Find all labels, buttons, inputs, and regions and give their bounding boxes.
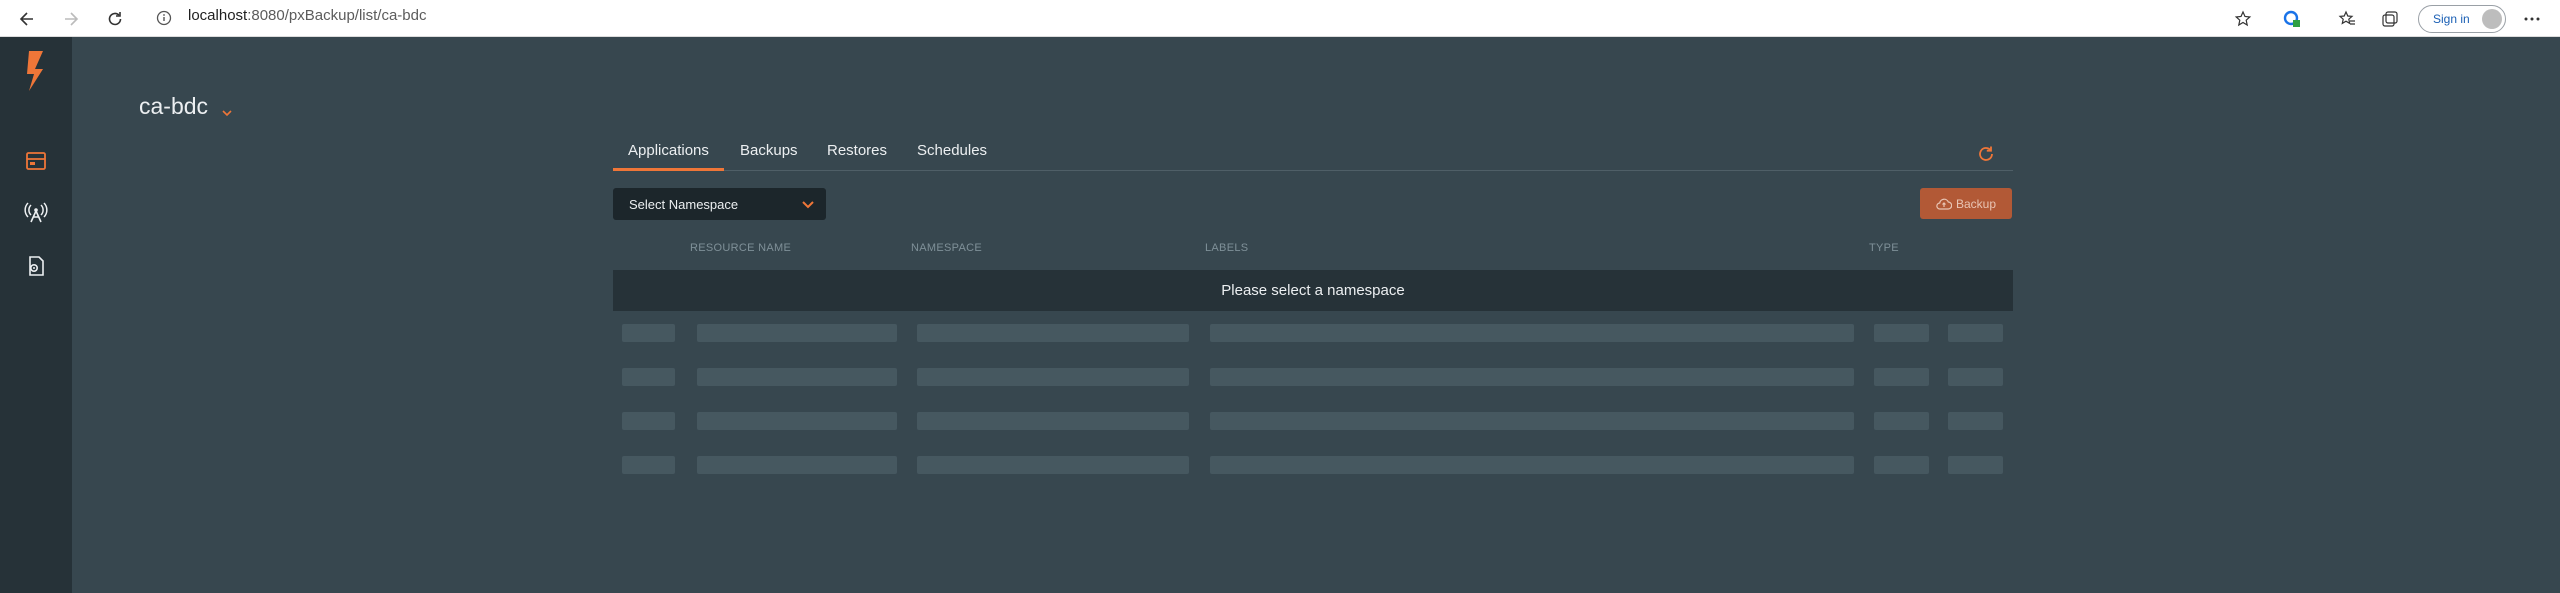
collections-icon[interactable]	[2378, 7, 2402, 31]
column-header-resource-name[interactable]: RESOURCE NAME	[690, 242, 791, 254]
app-sidebar	[0, 37, 72, 593]
tab-restores[interactable]: Restores	[812, 135, 902, 171]
sign-in-button[interactable]: Sign in	[2418, 5, 2506, 33]
skeleton-cell	[622, 324, 675, 342]
reload-button[interactable]	[102, 6, 128, 32]
namespace-select[interactable]: Select Namespace	[613, 188, 826, 220]
reload-icon	[108, 12, 122, 26]
antenna-icon[interactable]	[22, 199, 50, 227]
column-header-type[interactable]: TYPE	[1869, 242, 1899, 254]
tab-applications[interactable]: Applications	[613, 135, 724, 171]
cluster-title[interactable]: ca-bdc	[139, 93, 208, 120]
skeleton-cell	[917, 412, 1189, 430]
site-info-icon[interactable]	[156, 10, 172, 31]
skeleton-cell	[1210, 412, 1854, 430]
favorites-icon[interactable]	[2335, 7, 2359, 31]
skeleton-cell	[917, 456, 1189, 474]
tab-bar: Applications Backups Restores Schedules	[613, 135, 2013, 171]
refresh-icon[interactable]	[1976, 144, 1998, 166]
extension-icon[interactable]	[2280, 7, 2304, 31]
skeleton-cell	[1874, 324, 1929, 342]
skeleton-cell	[622, 456, 675, 474]
skeleton-cell	[1948, 412, 2003, 430]
skeleton-cell	[697, 324, 897, 342]
skeleton-cell	[1874, 412, 1929, 430]
back-arrow-icon	[19, 12, 33, 26]
sign-in-label: Sign in	[2433, 12, 2470, 26]
chevron-down-icon	[800, 196, 816, 215]
skeleton-cell	[1948, 368, 2003, 386]
chevron-down-icon[interactable]	[221, 104, 233, 122]
backup-button-label: Backup	[1955, 196, 1997, 211]
skeleton-cell	[1874, 456, 1929, 474]
tab-backups[interactable]: Backups	[725, 135, 813, 171]
skeleton-cell	[1210, 324, 1854, 342]
skeleton-cell	[622, 368, 675, 386]
skeleton-cell	[1210, 456, 1854, 474]
skeleton-cell	[1948, 456, 2003, 474]
column-header-namespace[interactable]: NAMESPACE	[911, 242, 982, 254]
skeleton-cell	[697, 456, 897, 474]
skeleton-cell	[622, 412, 675, 430]
skeleton-cell	[697, 412, 897, 430]
skeleton-cell	[917, 368, 1189, 386]
favorite-star-icon[interactable]	[2231, 7, 2255, 31]
url-path: :8080/pxBackup/list/ca-bdc	[247, 7, 427, 24]
avatar-icon	[2482, 9, 2502, 29]
more-options-icon[interactable]	[2520, 7, 2544, 31]
column-header-labels[interactable]: LABELS	[1205, 242, 1248, 254]
skeleton-cell	[1210, 368, 1854, 386]
skeleton-cell	[917, 324, 1189, 342]
back-button[interactable]	[14, 6, 40, 32]
url-host: localhost	[188, 7, 248, 24]
forward-arrow-icon	[65, 12, 79, 26]
document-gear-icon[interactable]	[22, 252, 50, 280]
skeleton-cell	[1948, 324, 2003, 342]
skeleton-cell	[697, 368, 897, 386]
cloud-upload-icon	[1936, 198, 1952, 210]
skeleton-cell	[1874, 368, 1929, 386]
server-icon[interactable]	[22, 147, 50, 175]
tab-schedules[interactable]: Schedules	[902, 135, 1002, 171]
empty-state-banner: Please select a namespace	[613, 270, 2013, 311]
browser-toolbar: localhost:8080/pxBackup/list/ca-bdc Sign…	[0, 0, 2560, 37]
address-bar[interactable]: localhost:8080/pxBackup/list/ca-bdc	[188, 7, 426, 24]
empty-state-message: Please select a namespace	[1221, 282, 1405, 299]
namespace-select-label: Select Namespace	[629, 196, 739, 212]
forward-button[interactable]	[58, 6, 84, 32]
portworx-logo-icon[interactable]	[22, 51, 50, 91]
backup-button[interactable]: Backup	[1920, 188, 2012, 219]
